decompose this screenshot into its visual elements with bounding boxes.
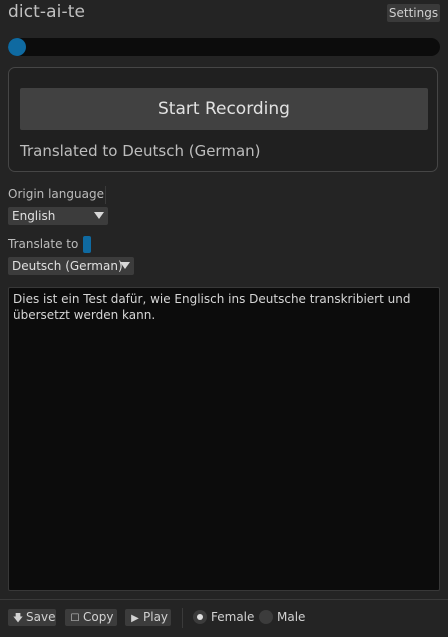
chevron-down-icon: [120, 262, 130, 269]
translation-status: Translated to Deutsch (German): [20, 142, 261, 160]
start-recording-button[interactable]: Start Recording: [20, 88, 428, 130]
chevron-down-icon: [94, 212, 104, 219]
bottom-toolbar: 🡇 Save ☐ Copy ▶ Play Female Male: [0, 599, 448, 637]
app-title: dict-ai-te: [8, 2, 86, 22]
target-language-select[interactable]: Deutsch (German): [8, 257, 134, 275]
copy-label: Copy: [83, 610, 114, 624]
origin-language-value: English: [12, 209, 56, 223]
play-icon: ▶: [131, 613, 139, 624]
play-button[interactable]: ▶ Play: [125, 609, 171, 626]
audio-level-meter: [8, 38, 440, 56]
separator: [105, 186, 106, 204]
download-arrow-icon: 🡇: [12, 613, 24, 624]
audio-level-fill: [8, 38, 26, 56]
recording-panel: Start Recording Translated to Deutsch (G…: [8, 67, 438, 172]
male-voice-label[interactable]: Male: [277, 609, 305, 625]
save-label: Save: [26, 610, 56, 624]
separator: [182, 608, 183, 628]
origin-language-select[interactable]: English: [8, 207, 108, 225]
settings-button[interactable]: Settings: [387, 4, 440, 22]
save-button[interactable]: 🡇 Save: [8, 609, 56, 626]
male-voice-radio[interactable]: [259, 610, 273, 624]
play-label: Play: [143, 610, 169, 624]
translate-to-label: Translate to: [8, 237, 79, 251]
female-voice-radio[interactable]: [193, 610, 207, 624]
translate-indicator: [83, 236, 91, 253]
female-voice-label[interactable]: Female: [211, 609, 254, 625]
origin-language-label: Origin language: [8, 187, 104, 201]
translation-output[interactable]: Dies ist ein Test dafür, wie Englisch in…: [8, 287, 440, 591]
copy-icon: ☐: [70, 613, 80, 624]
copy-button[interactable]: ☐ Copy: [65, 609, 117, 626]
target-language-value: Deutsch (German): [12, 259, 123, 273]
